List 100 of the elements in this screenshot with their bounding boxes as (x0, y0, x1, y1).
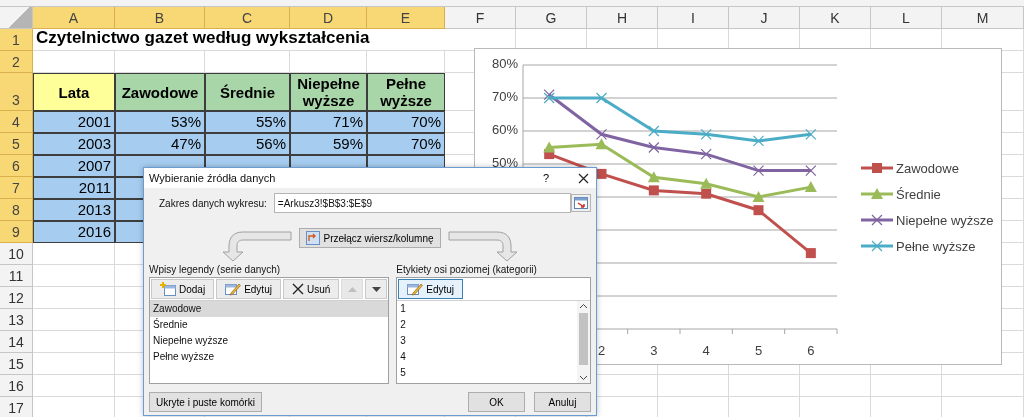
point (700, 128, 712, 140)
y-tick-label: 70% (491, 89, 518, 104)
category-list-item[interactable]: 1 (397, 301, 577, 317)
point (805, 128, 817, 140)
column-header[interactable]: I (658, 7, 729, 29)
column-header[interactable]: G (516, 7, 587, 29)
point (648, 185, 659, 196)
hidden-cells-button[interactable]: Ukryte i puste komórki (149, 392, 262, 412)
row-header[interactable]: 13 (0, 309, 33, 331)
row-header[interactable]: 17 (0, 397, 33, 417)
scrollbar[interactable] (577, 301, 590, 383)
row-header[interactable]: 12 (0, 287, 33, 309)
ok-button[interactable]: OK (468, 392, 525, 412)
legend-marker-icon (861, 240, 893, 252)
point (648, 125, 660, 137)
row-header[interactable]: 3 (0, 73, 33, 111)
point (648, 141, 660, 154)
edit-button[interactable]: Edytuj (216, 279, 281, 299)
series-list-item[interactable]: Zawodowe (150, 301, 389, 317)
table-cell: 2001 (33, 111, 115, 133)
column-header[interactable]: A (33, 7, 115, 29)
legend-label: Pełne wyższe (896, 239, 976, 254)
empty-cell (871, 375, 942, 397)
table-icon (574, 197, 588, 209)
column-header[interactable]: C (205, 7, 290, 29)
table-cell: 2007 (33, 155, 115, 177)
y-tick-label: 80% (491, 56, 518, 71)
point (595, 138, 608, 150)
category-list-item[interactable]: 3 (397, 333, 577, 349)
point (595, 128, 608, 140)
row-header[interactable]: 2 (0, 51, 33, 73)
column-header[interactable]: F (445, 7, 516, 29)
column-heading: Niepełne wyższe (290, 73, 367, 111)
switch-icon (306, 231, 321, 245)
row-header[interactable]: 10 (0, 243, 33, 265)
category-list-item[interactable]: 5 (397, 365, 577, 381)
series-list-item[interactable]: Pełne wyższe (150, 349, 389, 365)
edit-icon (225, 282, 242, 296)
point (752, 191, 765, 202)
scroll-up-icon[interactable] (579, 303, 588, 309)
row-header[interactable]: 8 (0, 199, 33, 221)
table-cell: 71% (290, 111, 367, 133)
column-header[interactable]: J (729, 7, 800, 29)
add-icon (160, 282, 176, 296)
pane-label: Etykiety osi poziomej (kategorii) (396, 264, 538, 275)
collapse-button[interactable] (571, 194, 591, 212)
cancel-button[interactable]: Anuluj (534, 392, 591, 412)
point (701, 188, 712, 199)
x-tick-label: 4 (702, 343, 710, 358)
column-header[interactable]: D (290, 7, 367, 29)
legend-label: Niepełne wyższe (896, 213, 994, 228)
column-header[interactable]: H (587, 7, 658, 29)
row-header[interactable]: 11 (0, 265, 33, 287)
row-header[interactable]: 9 (0, 221, 33, 243)
point (647, 171, 660, 183)
x-tick-label: 5 (754, 343, 763, 358)
point (804, 181, 817, 193)
scroll-thumb[interactable] (579, 313, 588, 365)
column-header[interactable]: B (115, 7, 205, 29)
table-cell: 47% (115, 133, 205, 155)
column-heading: Pełne wyższe (367, 73, 445, 111)
row-header[interactable]: 15 (0, 353, 33, 375)
category-list-item[interactable]: 2 (397, 317, 577, 333)
point (752, 135, 765, 147)
legend-label: Średnie (896, 187, 941, 202)
legend-marker-icon (861, 214, 893, 226)
series-list-item[interactable]: Niepełne wyższe (150, 333, 389, 349)
remove-button[interactable]: Usuń (282, 279, 340, 299)
category-list-item[interactable]: 4 (397, 349, 577, 365)
row-header[interactable]: 16 (0, 375, 33, 397)
empty-cell (658, 375, 729, 397)
x-tick-label: 6 (807, 343, 815, 358)
range-input-field[interactable]: =Arkusz3!$B$3:$E$9 (273, 193, 571, 213)
column-header[interactable]: K (800, 7, 871, 29)
point (543, 141, 556, 153)
pane-label: Wpisy legendy (serie danych) (149, 264, 282, 275)
scroll-down-icon[interactable] (579, 375, 588, 381)
column-header[interactable]: L (871, 7, 942, 29)
table-cell: 2003 (33, 133, 115, 155)
x-tick-label: 2 (597, 343, 606, 358)
add-button[interactable]: Dodaj (151, 279, 215, 299)
move-down-button[interactable] (365, 279, 388, 299)
point (700, 177, 713, 189)
row-header[interactable]: 14 (0, 331, 33, 353)
edit-button[interactable]: Edytuj (398, 279, 464, 299)
column-header[interactable]: M (942, 7, 1024, 29)
row-header[interactable]: 7 (0, 177, 33, 199)
empty-cell (800, 375, 871, 397)
row-header[interactable]: 6 (0, 155, 33, 177)
row-header[interactable]: 1 (0, 29, 33, 51)
row-header[interactable]: 5 (0, 133, 33, 155)
table-cell: 56% (205, 133, 290, 155)
series-list-item[interactable]: Średnie (150, 317, 389, 333)
table-cell: 53% (115, 111, 205, 133)
switch-row-column-button[interactable]: Przełącz wiersz/kolumnę (299, 228, 441, 248)
sheet-title: Czytelnictwo gazet według wykształcenia (33, 29, 445, 51)
row-header[interactable]: 4 (0, 111, 33, 133)
column-header[interactable]: E (367, 7, 445, 29)
help-button[interactable]: ? (534, 172, 558, 184)
column-heading: Zawodowe (115, 73, 205, 111)
